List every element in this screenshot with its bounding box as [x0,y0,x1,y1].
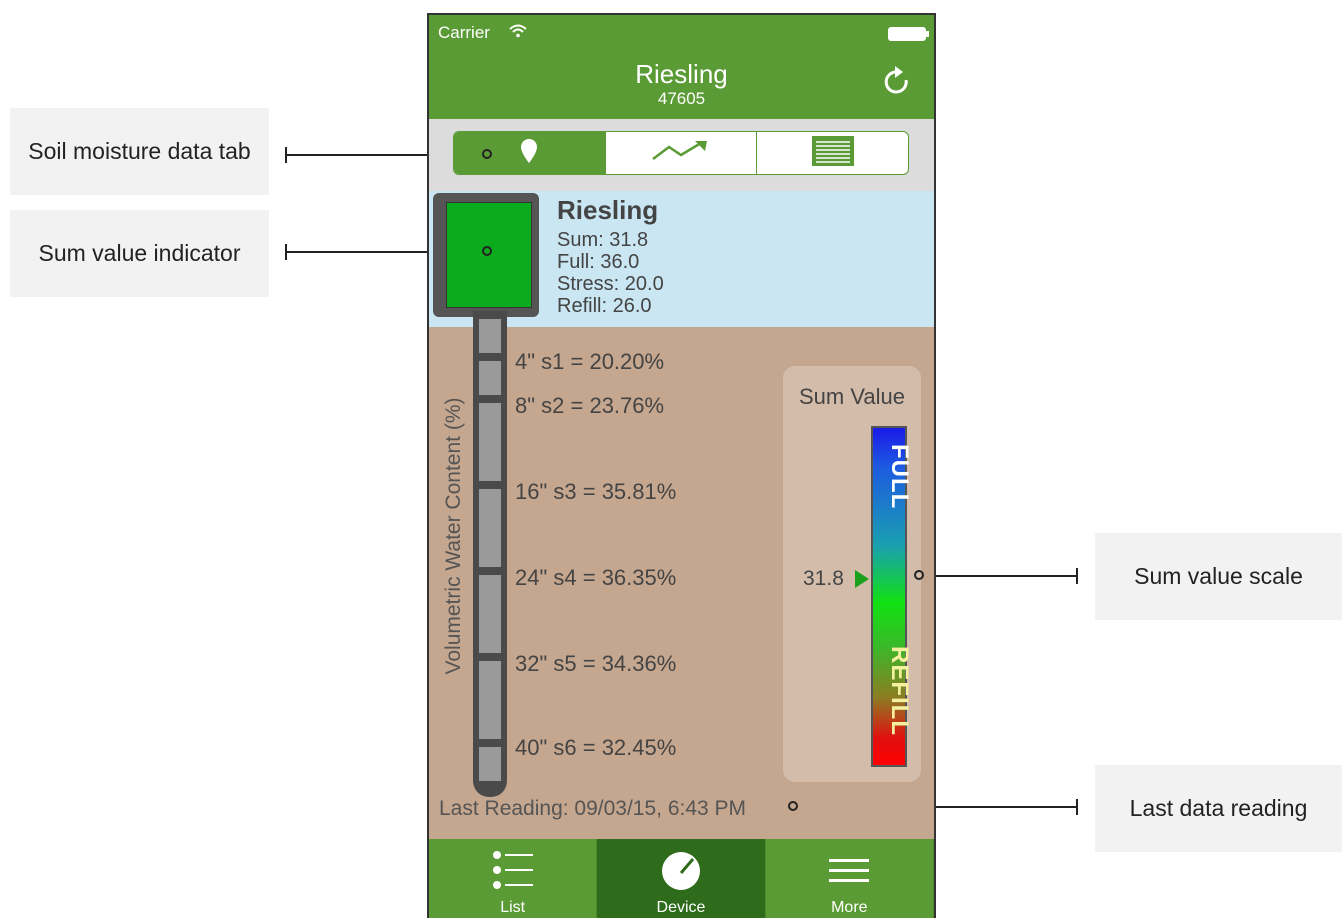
sum-value-scale: Sum Value FULL REFILL 31.8 [783,366,921,782]
callout-sum-value-scale-text: Sum value scale [1134,563,1303,589]
sensor-reading: 24" s4 = 36.35% [515,565,677,590]
sensor-reading: 40" s6 = 32.45% [515,735,677,760]
probe-shaft [473,311,507,797]
scale-marker-icon [855,570,869,588]
refresh-icon[interactable] [882,66,912,103]
menu-icon [829,859,870,888]
callout-last-data-reading-text: Last data reading [1129,795,1308,821]
tab-more-label: More [831,899,868,916]
callout-sum-value-indicator-text: Sum value indicator [38,240,241,266]
callout-soil-moisture-tab-text: Soil moisture data tab [28,138,251,164]
callout-anchor [482,246,492,256]
last-reading: Last Reading: 09/03/15, 6:43 PM [439,797,747,820]
tab-bar: List Device More [429,839,934,918]
callout-line-end [1076,799,1078,815]
callout-sum-value-indicator: Sum value indicator [10,210,269,297]
probe-segment [479,361,501,395]
sensor-reading: 16" s3 = 35.81% [515,479,677,504]
segment-bar [429,119,934,191]
probe-segment [479,575,501,653]
sensor-reading: 4" s1 = 20.20% [515,349,665,374]
callout-line [927,575,1077,577]
scale-title: Sum Value [799,384,905,409]
nav-bar: Carrier Riesling 47605 [429,15,934,119]
scale-refill-label: REFILL [886,646,913,736]
sensor-reading: 32" s5 = 34.36% [515,651,677,676]
callout-sum-value-scale: Sum value scale [1095,533,1342,620]
tab-device[interactable]: Device [597,839,766,918]
probe-segment [479,747,501,781]
wifi-icon [509,24,527,43]
sum-value: Sum: 31.8 [557,229,649,251]
callout-soil-moisture-tab: Soil moisture data tab [10,108,269,195]
probe-segment [479,403,501,481]
nav-title: Riesling [635,59,728,89]
battery-icon [888,27,929,41]
callout-anchor [914,570,924,580]
list-icon [492,851,533,894]
scale-value: 31.8 [803,567,844,590]
trend-chart-tab[interactable] [606,132,758,174]
sensor-reading: 8" s2 = 23.76% [515,393,665,418]
full-value: Full: 36.0 [557,251,640,273]
table-tab[interactable] [757,132,908,174]
callout-line-end [1076,568,1078,584]
callout-anchor [482,149,492,159]
trend-chart-icon [651,139,711,168]
probe-segment [479,489,501,567]
tab-device-label: Device [656,899,706,916]
gauge-icon [661,851,701,896]
scale-full-label: FULL [886,444,913,510]
phone-screen: Carrier Riesling 47605 Riesling Sum: 31.… [427,13,936,918]
probe-segment [479,661,501,739]
tab-more[interactable]: More [766,839,934,918]
site-name: Riesling [557,195,659,225]
callout-last-data-reading: Last data reading [1095,765,1342,852]
probe-segment [479,319,501,353]
location-pin-icon [520,138,538,168]
segmented-control [453,131,909,175]
nav-subtitle: 47605 [657,89,706,108]
callout-anchor [788,801,798,811]
table-icon [811,135,854,171]
tab-list-label: List [500,899,526,916]
stress-value: Stress: 20.0 [557,273,664,295]
refill-value: Refill: 26.0 [557,295,652,317]
vwc-axis-label: Volumetric Water Content (%) [442,397,465,675]
tab-list[interactable]: List [429,839,598,918]
soil-moisture-data-tab[interactable] [454,132,606,174]
carrier-label: Carrier [438,23,490,42]
